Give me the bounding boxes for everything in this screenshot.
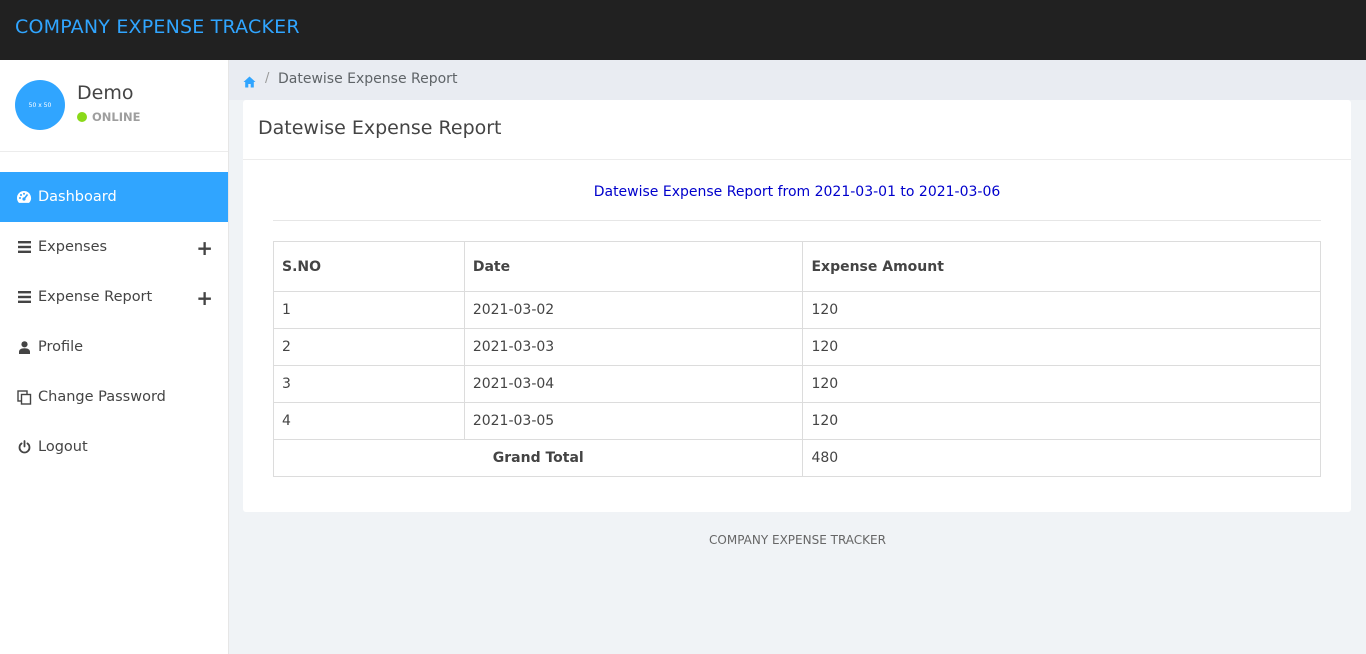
footer-text: COMPANY EXPENSE TRACKER: [709, 533, 886, 547]
copy-icon: [15, 389, 33, 405]
table-cell: 4: [273, 402, 465, 440]
column-header: Date: [463, 241, 804, 292]
column-header: S.NO: [273, 241, 465, 292]
report-subtitle: Datewise Expense Report from 2021-03-01 …: [593, 184, 1001, 200]
user-icon: [15, 340, 33, 354]
sidebar-item-label: Profile: [38, 339, 84, 355]
breadcrumb-current: Datewise Expense Report: [278, 71, 458, 87]
sidebar-item-label: Expenses: [38, 239, 108, 255]
breadcrumb-separator: /: [265, 71, 270, 86]
home-icon[interactable]: [243, 73, 256, 92]
column-header: Expense Amount: [802, 241, 1321, 292]
sidebar-menu: Dashboard Expenses + Expense Report + Pr…: [0, 172, 228, 472]
sidebar-item-expenses[interactable]: Expenses +: [0, 222, 228, 272]
divider: [273, 220, 1321, 221]
grand-total-value: 480: [802, 439, 1321, 477]
sidebar-item-label: Logout: [38, 439, 88, 455]
sidebar: 50 x 50 Demo ONLINE Dashboard Expenses +…: [0, 60, 229, 654]
sidebar-item-expense-report[interactable]: Expense Report +: [0, 272, 228, 322]
sidebar-item-dashboard[interactable]: Dashboard: [0, 172, 228, 222]
sidebar-item-label: Change Password: [38, 389, 166, 405]
table-cell: 2021-03-05: [463, 402, 804, 440]
table-row: 4 2021-03-05 120: [273, 402, 1321, 440]
table-cell: 2021-03-03: [463, 328, 804, 366]
table-cell: 2021-03-02: [463, 291, 804, 329]
plus-icon[interactable]: +: [196, 286, 213, 310]
table-cell: 120: [802, 291, 1321, 329]
breadcrumb: / Datewise Expense Report: [229, 60, 1366, 100]
panel-heading: Datewise Expense Report: [243, 100, 1351, 160]
report-panel: Datewise Expense Report Datewise Expense…: [243, 100, 1351, 512]
bars-icon: [15, 291, 33, 303]
table-header-row: S.NO Date Expense Amount: [273, 241, 1321, 292]
sidebar-item-label: Dashboard: [38, 189, 117, 205]
top-navbar: COMPANY EXPENSE TRACKER: [0, 0, 1366, 60]
brand-title[interactable]: COMPANY EXPENSE TRACKER: [15, 16, 300, 38]
table-row: 1 2021-03-02 120: [273, 291, 1321, 329]
table-cell: 1: [273, 291, 465, 329]
online-dot-icon: [77, 112, 87, 122]
user-name: Demo: [77, 82, 134, 104]
table-cell: 120: [802, 365, 1321, 403]
table-cell: 120: [802, 328, 1321, 366]
power-icon: [15, 440, 33, 454]
sidebar-item-logout[interactable]: Logout: [0, 422, 228, 472]
table-cell: 120: [802, 402, 1321, 440]
dashboard-icon: [15, 190, 33, 204]
sidebar-item-label: Expense Report: [38, 289, 153, 305]
plus-icon[interactable]: +: [196, 236, 213, 260]
grand-total-label: Grand Total: [272, 439, 804, 477]
sidebar-item-change-password[interactable]: Change Password: [0, 372, 228, 422]
avatar: 50 x 50: [15, 80, 65, 130]
status-badge: ONLINE: [77, 110, 141, 124]
table-cell: 3: [273, 365, 465, 403]
table-cell: 2021-03-04: [463, 365, 804, 403]
grand-total-row: Grand Total 480: [272, 439, 1321, 477]
table-cell: 2: [273, 328, 465, 366]
status-label: ONLINE: [92, 110, 141, 124]
table-row: 3 2021-03-04 120: [273, 365, 1321, 403]
user-profile: 50 x 50 Demo ONLINE: [0, 60, 228, 152]
expense-table: S.NO Date Expense Amount 1 2021-03-02 12…: [272, 241, 1321, 477]
page-title: Datewise Expense Report: [258, 117, 502, 139]
bars-icon: [15, 241, 33, 253]
sidebar-item-profile[interactable]: Profile: [0, 322, 228, 372]
table-row: 2 2021-03-03 120: [273, 328, 1321, 366]
